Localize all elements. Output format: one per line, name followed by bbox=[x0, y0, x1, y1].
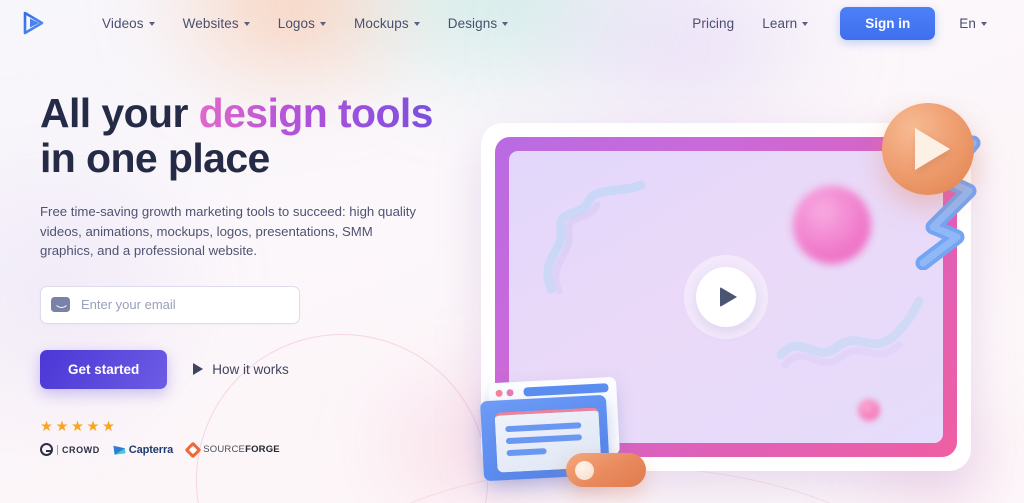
nav-label: Videos bbox=[102, 15, 144, 31]
chevron-down-icon bbox=[243, 22, 250, 26]
language-selector[interactable]: En bbox=[945, 10, 1001, 37]
content-line bbox=[506, 448, 547, 457]
chevron-down-icon bbox=[320, 22, 327, 26]
nav-item-pricing[interactable]: Pricing bbox=[678, 10, 748, 37]
hero-illustration bbox=[464, 0, 1024, 503]
star-icon: ★ bbox=[102, 418, 115, 435]
page-title: All your design tools in one place bbox=[40, 91, 470, 181]
nav-item-websites[interactable]: Websites bbox=[169, 10, 264, 37]
social-proof: ★ ★ ★ ★ ★ CROWD Capterra SOURCEFORGE bbox=[40, 418, 470, 458]
content-line bbox=[505, 422, 582, 433]
browser-window-cards bbox=[479, 376, 646, 487]
badge-label-light: SOURCE bbox=[203, 444, 246, 455]
badge-sourceforge[interactable]: SOURCEFORGE bbox=[184, 441, 280, 458]
email-capture-row bbox=[40, 285, 470, 324]
play-triangle-logo-icon bbox=[23, 11, 44, 35]
badge-label: Capterra bbox=[128, 443, 174, 456]
site-header: Videos Websites Logos Mockups Designs Pr… bbox=[0, 0, 1024, 46]
chevron-down-icon bbox=[981, 22, 987, 26]
nav-label: Designs bbox=[447, 15, 498, 31]
content-line bbox=[505, 434, 583, 445]
star-icon: ★ bbox=[71, 418, 84, 435]
badge-label: SOURCEFORGE bbox=[203, 444, 280, 455]
headline-highlight: design tools bbox=[198, 90, 434, 136]
star-rating: ★ ★ ★ ★ ★ bbox=[40, 418, 470, 435]
hero-section: All your design tools in one place Free … bbox=[0, 46, 470, 458]
nav-item-logos[interactable]: Logos bbox=[264, 10, 340, 37]
email-input-wrapper[interactable] bbox=[40, 285, 300, 324]
star-icon: ★ bbox=[86, 418, 100, 435]
star-icon: ★ bbox=[55, 418, 69, 435]
brand-logo[interactable] bbox=[18, 8, 48, 38]
hero-subtitle: Free time-saving growth marketing tools … bbox=[40, 204, 417, 258]
window-dots bbox=[495, 389, 514, 398]
envelope-icon bbox=[51, 297, 70, 312]
nav-item-videos[interactable]: Videos bbox=[88, 10, 169, 37]
play-button-inner bbox=[696, 267, 756, 327]
chevron-down-icon bbox=[802, 22, 809, 26]
nav-item-mockups[interactable]: Mockups bbox=[340, 10, 434, 37]
headline-plain-end: in one place bbox=[40, 135, 270, 181]
video-play-button[interactable] bbox=[684, 255, 768, 339]
nav-label: Logos bbox=[277, 15, 316, 31]
g2-circle-icon bbox=[40, 443, 53, 456]
window-dot-red bbox=[495, 389, 503, 398]
how-it-works-link[interactable]: How it works bbox=[193, 362, 289, 377]
secondary-navigation: Pricing Learn Sign in En bbox=[678, 6, 1001, 40]
nav-label: Learn bbox=[762, 15, 798, 31]
badge-label-bold: FORGE bbox=[245, 444, 280, 455]
nav-item-learn[interactable]: Learn bbox=[748, 10, 822, 37]
review-badges: CROWD Capterra SOURCEFORGE bbox=[40, 441, 470, 458]
cta-row: Get started How it works bbox=[40, 349, 470, 389]
cyan-squiggle-icon bbox=[543, 180, 646, 295]
orange-play-sphere[interactable] bbox=[882, 103, 974, 195]
nav-label: Mockups bbox=[354, 15, 409, 31]
headline-plain-start: All your bbox=[40, 90, 199, 136]
sourceforge-diamond-icon bbox=[184, 441, 202, 458]
badge-label: CROWD bbox=[57, 444, 100, 455]
pink-dot-decoration bbox=[858, 399, 880, 421]
get-started-button[interactable]: Get started bbox=[40, 349, 168, 389]
pink-sphere-decoration bbox=[793, 186, 871, 264]
play-triangle-icon bbox=[193, 363, 204, 375]
nav-label: Websites bbox=[182, 15, 239, 31]
play-triangle-icon bbox=[720, 287, 737, 307]
play-triangle-icon bbox=[914, 128, 950, 170]
star-icon: ★ bbox=[40, 418, 53, 435]
capterra-flag-icon bbox=[113, 444, 126, 455]
window-dot-pink bbox=[506, 389, 514, 397]
badge-g2-crowd[interactable]: CROWD bbox=[40, 443, 100, 456]
primary-navigation: Videos Websites Logos Mockups Designs bbox=[88, 10, 522, 37]
pill-avatar-icon bbox=[575, 460, 594, 480]
badge-capterra[interactable]: Capterra bbox=[113, 443, 174, 456]
email-field[interactable] bbox=[81, 297, 271, 312]
nav-label: Pricing bbox=[692, 15, 735, 31]
sign-in-button[interactable]: Sign in bbox=[840, 6, 936, 40]
chevron-down-icon bbox=[148, 22, 155, 26]
how-it-works-label: How it works bbox=[212, 361, 289, 377]
chevron-down-icon bbox=[502, 22, 509, 26]
nav-item-designs[interactable]: Designs bbox=[434, 10, 522, 37]
cyan-squiggle-icon-2 bbox=[776, 296, 924, 369]
language-label: En bbox=[959, 15, 976, 31]
chevron-down-icon bbox=[413, 22, 420, 26]
orange-notification-pill bbox=[566, 453, 646, 487]
